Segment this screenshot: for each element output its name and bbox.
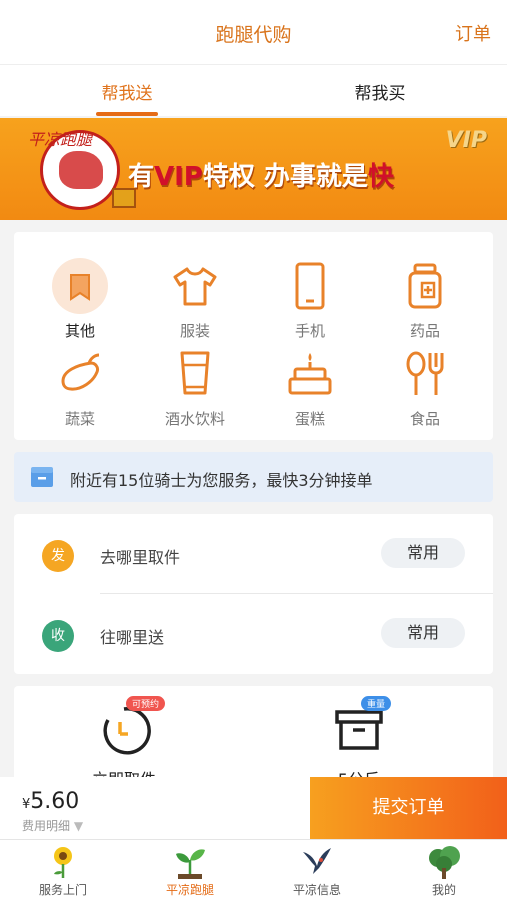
category-phone[interactable]: 手机 [260, 258, 360, 341]
banner-logo-text: 平凉跑腿 [28, 130, 93, 149]
tab-buy[interactable]: 帮我买 [320, 79, 440, 104]
category-label: 蔬菜 [64, 410, 95, 428]
category-label: 酒水饮料 [164, 410, 225, 428]
slogan-vip: VIP [154, 162, 203, 192]
pickup-common-button[interactable]: 常用 [381, 538, 465, 568]
bottom-nav: 服务上门 平凉跑腿 平凉信息 我的 [0, 839, 507, 900]
price-value: 5.60 [30, 789, 80, 814]
triangle-down-icon: ▼ [73, 819, 84, 833]
nav-label: 平凉信息 [292, 883, 341, 897]
pickup-label: 去哪里取件 [100, 548, 181, 567]
eggplant-icon [52, 346, 108, 402]
nav-label: 平凉跑腿 [165, 883, 214, 897]
tab-bar: 帮我送 帮我买 [0, 64, 507, 116]
medicine-icon [397, 258, 453, 314]
vip-banner[interactable]: 平凉跑腿 有VIP特权 办事就是快 VIP [0, 118, 507, 220]
fee-detail-toggle[interactable]: 费用明细 ▼ [22, 817, 83, 834]
price-display: ¥5.60 [22, 789, 79, 814]
cup-icon [167, 346, 223, 402]
notice-text: 附近有15位骑士为您服务，最快3分钟接单 [70, 471, 373, 490]
clock-icon: 可预约 [96, 696, 166, 756]
orders-link[interactable]: 订单 [455, 20, 491, 46]
slogan-part-b: 特权 办事就是 [202, 162, 368, 192]
sprout-icon [172, 844, 208, 880]
delivery-label: 往哪里送 [100, 628, 165, 647]
category-label: 手机 [294, 322, 325, 340]
active-tab-indicator [96, 112, 158, 116]
pickup-badge: 发 [42, 540, 74, 572]
nav-info[interactable]: 平凉信息 [262, 844, 372, 898]
delivery-badge: 收 [42, 620, 74, 652]
bookmark-icon [52, 258, 108, 314]
rider-notice: 附近有15位骑士为您服务，最快3分钟接单 [14, 452, 493, 502]
fee-detail-label: 费用明细 [22, 819, 71, 833]
category-medicine[interactable]: 药品 [375, 258, 475, 341]
box-icon: 重量 [331, 696, 392, 756]
tshirt-icon [167, 258, 223, 314]
category-drinks[interactable]: 酒水饮料 [145, 346, 245, 429]
slogan-part-a: 有 [128, 162, 155, 192]
category-food[interactable]: 食品 [375, 346, 475, 429]
cake-icon [282, 346, 338, 402]
submit-order-button[interactable]: 提交订单 [310, 777, 507, 839]
nav-label: 我的 [431, 883, 456, 897]
tree-icon [426, 844, 462, 880]
nav-home-service[interactable]: 服务上门 [8, 844, 118, 898]
address-card: 发 去哪里取件 常用 收 往哪里送 常用 [14, 514, 493, 674]
delivery-address-row[interactable]: 收 往哪里送 常用 [14, 594, 493, 674]
category-grid: 其他 服装 手机 药品 蔬菜 酒水饮料 蛋糕 食品 [14, 232, 493, 440]
page-title: 跑腿代购 [215, 24, 292, 46]
nav-mine[interactable]: 我的 [389, 844, 499, 898]
phone-icon [282, 258, 338, 314]
category-label: 药品 [409, 322, 440, 340]
category-other[interactable]: 其他 [30, 258, 130, 341]
swallow-icon [299, 844, 335, 880]
category-cake[interactable]: 蛋糕 [260, 346, 360, 429]
category-label: 服装 [179, 322, 210, 340]
sunflower-icon [45, 844, 81, 880]
banner-slogan: 有VIP特权 办事就是快 [128, 156, 394, 193]
delivery-box-icon [31, 467, 53, 487]
category-label: 蛋糕 [294, 410, 325, 428]
delivery-common-button[interactable]: 常用 [381, 618, 465, 648]
category-clothing[interactable]: 服装 [145, 258, 245, 341]
options-card: 可预约 立即取件 重量 5公斤 [14, 686, 493, 789]
vip-crown-badge: VIP [445, 128, 487, 153]
category-vegetable[interactable]: 蔬菜 [30, 346, 130, 429]
reservable-tag: 可预约 [126, 696, 166, 711]
pickup-address-row[interactable]: 发 去哪里取件 常用 [14, 514, 493, 594]
tab-send[interactable]: 帮我送 [67, 79, 187, 104]
category-label: 食品 [409, 410, 440, 428]
slogan-fast: 快 [367, 162, 394, 192]
checkout-bar: ¥5.60 费用明细 ▼ 提交订单 [0, 777, 507, 839]
nav-label: 服务上门 [38, 883, 87, 897]
weight-tag: 重量 [361, 696, 392, 711]
cutlery-icon [397, 346, 453, 402]
category-label: 其他 [64, 322, 95, 340]
nav-errand[interactable]: 平凉跑腿 [135, 844, 245, 898]
top-bar: 跑腿代购 订单 [0, 0, 507, 64]
